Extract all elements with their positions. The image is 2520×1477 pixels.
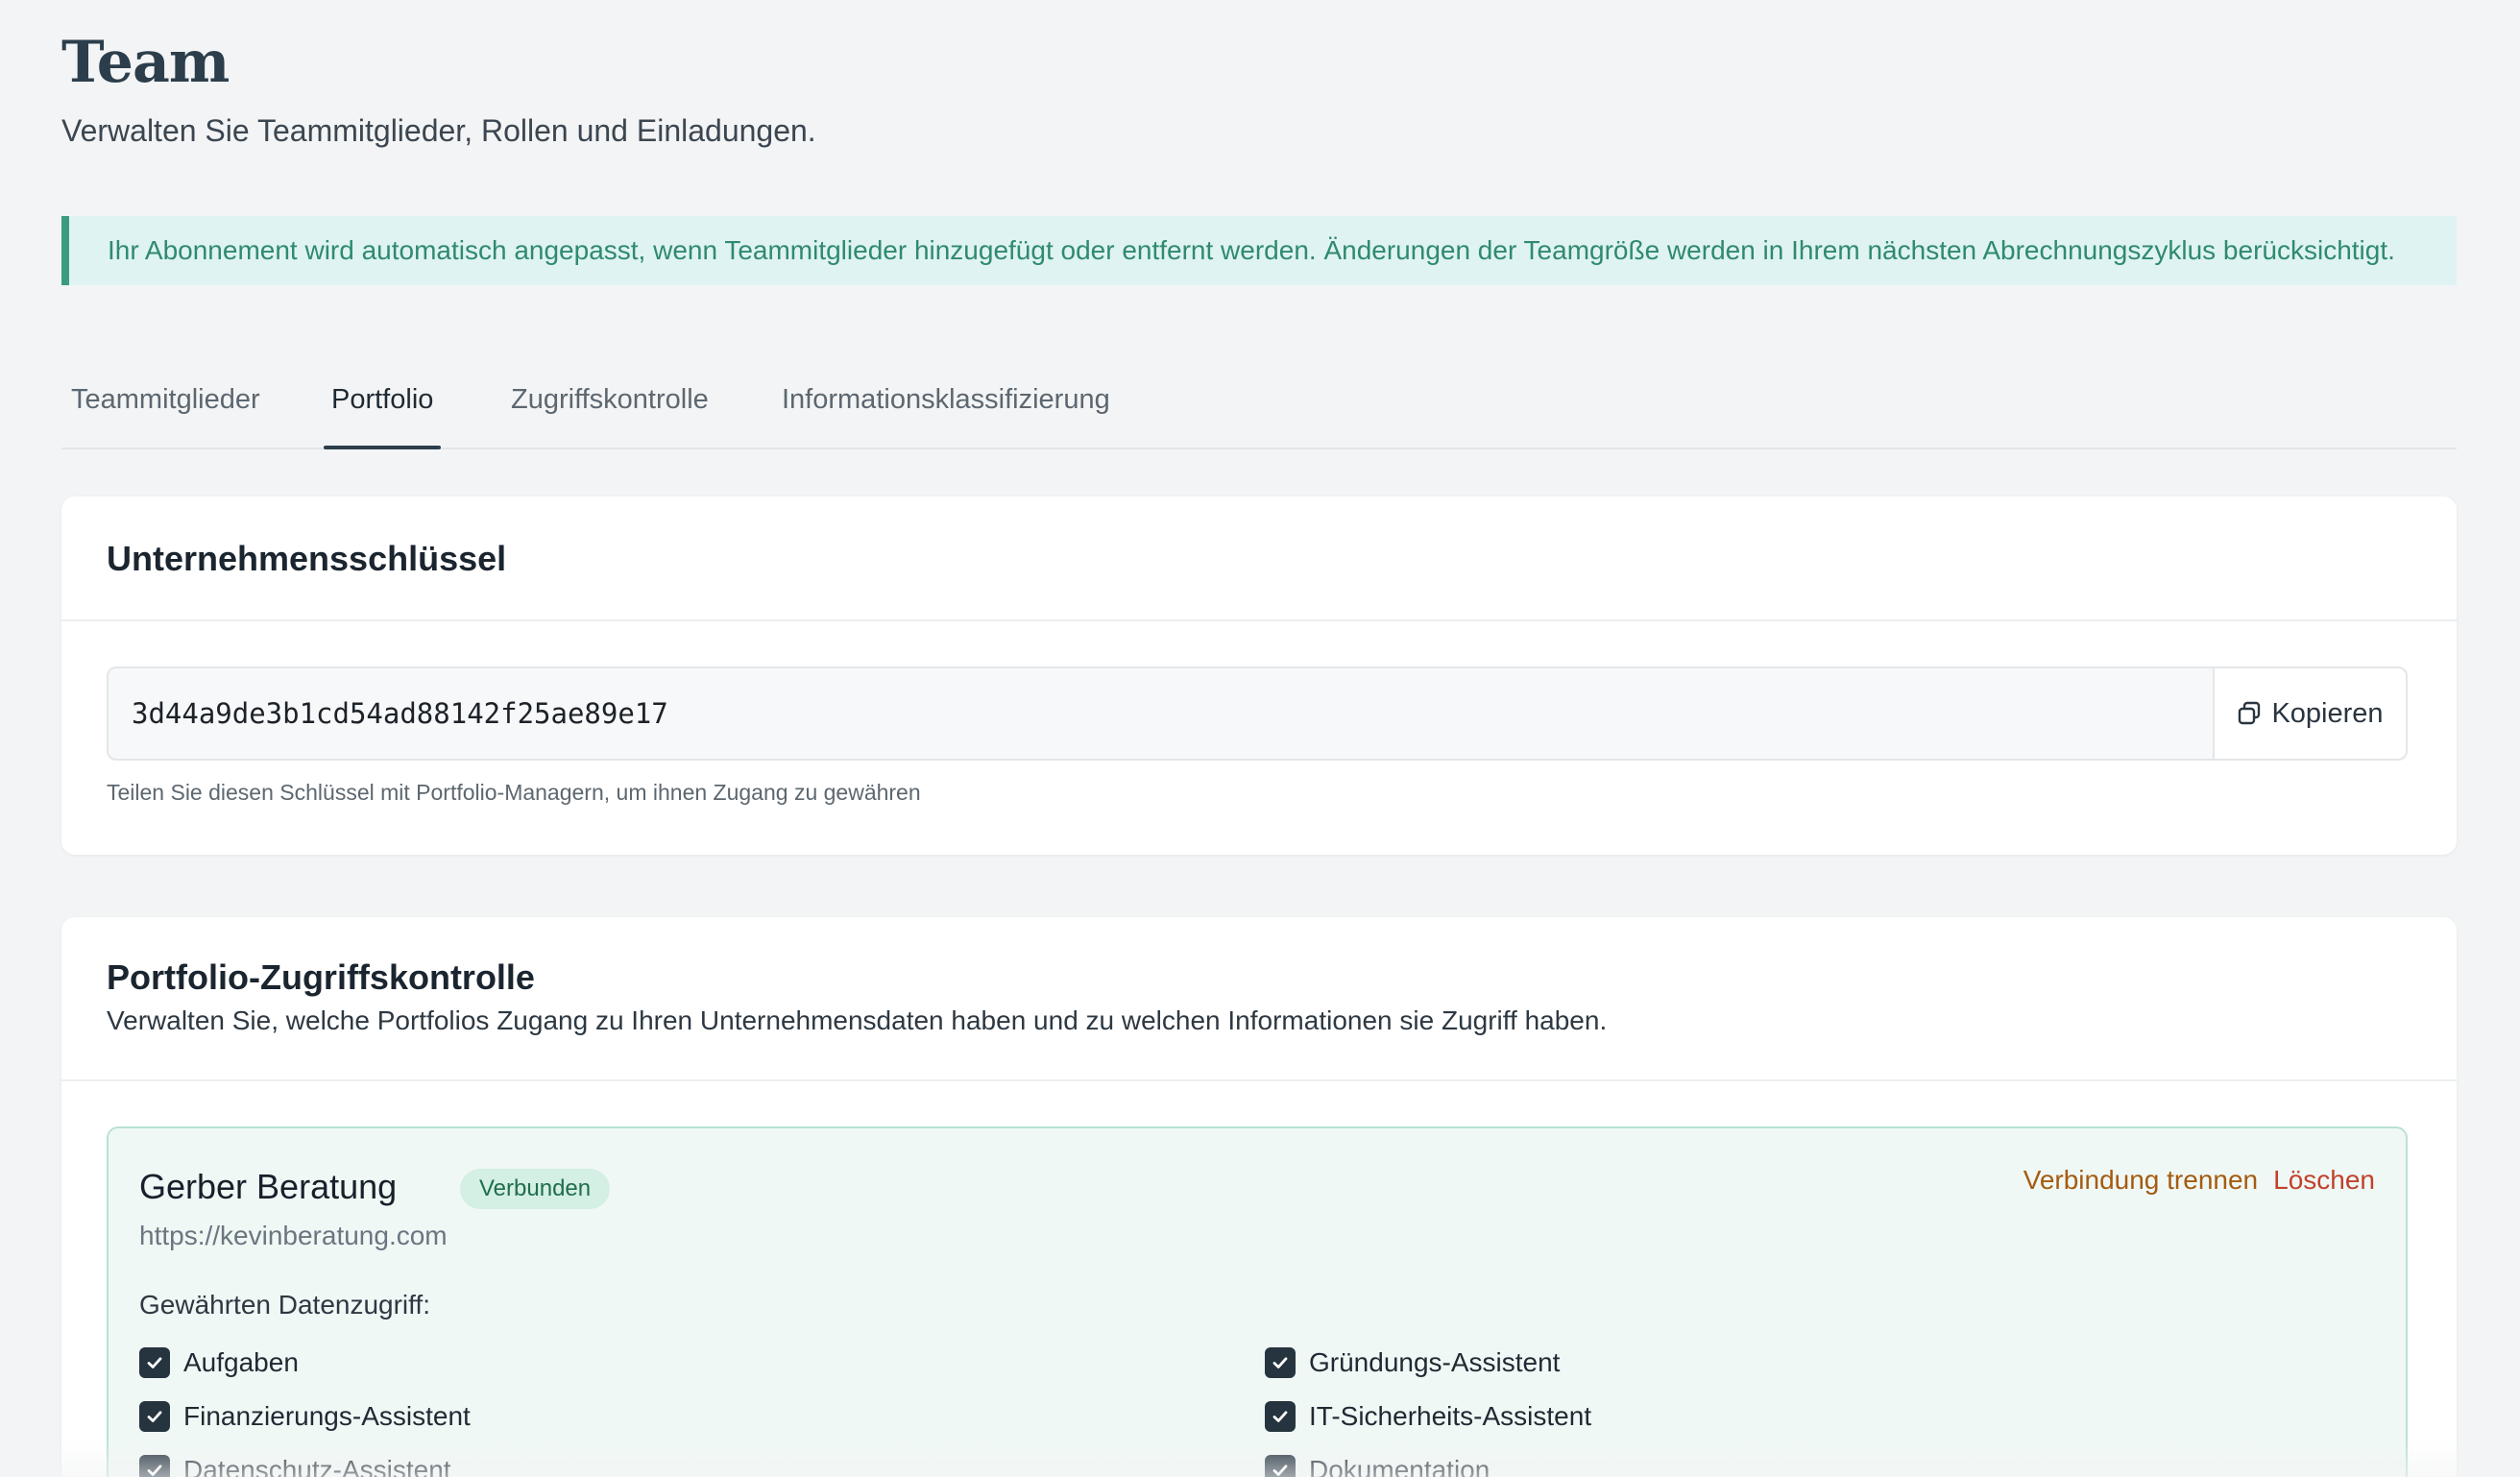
company-key-hint: Teilen Sie diesen Schlüssel mit Portfoli…	[107, 780, 921, 805]
company-key-field: 3d44a9de3b1cd54ad88142f25ae89e17 Kopiere…	[107, 666, 2408, 761]
checkbox-checked-icon[interactable]	[139, 1401, 170, 1432]
permission-datenschutz-assistent[interactable]: Datenschutz-Assistent	[139, 1455, 451, 1477]
permission-label: Finanzierungs-Assistent	[183, 1401, 471, 1431]
checkbox-checked-icon[interactable]	[1265, 1401, 1296, 1432]
tab-teammitglieder[interactable]: Teammitglieder	[63, 380, 268, 448]
portfolio-access-title: Portfolio-Zugriffskontrolle	[107, 957, 535, 997]
permission-finanzierungs-assistent[interactable]: Finanzierungs-Assistent	[139, 1401, 471, 1432]
tab-bar: Teammitglieder Portfolio Zugriffskontrol…	[61, 365, 2457, 449]
permission-it-sicherheits-assistent[interactable]: IT-Sicherheits-Assistent	[1265, 1401, 1591, 1432]
permission-label: Dokumentation	[1309, 1455, 1490, 1477]
copy-label: Kopieren	[2271, 697, 2384, 729]
checkbox-checked-icon[interactable]	[1265, 1347, 1296, 1378]
portfolio-name: Gerber Beratung	[139, 1167, 398, 1206]
delete-button[interactable]: Löschen	[2273, 1165, 2375, 1196]
granted-access-label: Gewährten Datenzugriff:	[139, 1290, 430, 1320]
checkbox-checked-icon[interactable]	[139, 1455, 170, 1477]
card-header: Unternehmensschlüssel	[61, 496, 2457, 621]
permission-label: IT-Sicherheits-Assistent	[1309, 1401, 1592, 1431]
permission-dokumentation[interactable]: Dokumentation	[1265, 1455, 1490, 1477]
portfolio-access-description: Verwalten Sie, welche Portfolios Zugang …	[107, 1005, 1608, 1035]
banner-text: Ihr Abonnement wird automatisch angepass…	[108, 235, 2395, 265]
portfolio-actions: Verbindung trennen Löschen	[2023, 1165, 2375, 1196]
page-subtitle: Verwalten Sie Teammitglieder, Rollen und…	[61, 113, 816, 148]
permission-label: Datenschutz-Assistent	[183, 1455, 451, 1477]
permission-label: Aufgaben	[183, 1347, 299, 1377]
permission-aufgaben[interactable]: Aufgaben	[139, 1347, 299, 1378]
copy-button[interactable]: Kopieren	[2213, 668, 2406, 759]
company-key-title: Unternehmensschlüssel	[107, 539, 507, 578]
status-badge: Verbunden	[460, 1169, 611, 1209]
checkbox-checked-icon[interactable]	[1265, 1455, 1296, 1477]
permission-gruendungs-assistent[interactable]: Gründungs-Assistent	[1265, 1347, 1560, 1378]
subscription-info-banner: Ihr Abonnement wird automatisch angepass…	[61, 216, 2457, 285]
tab-zugriffskontrolle[interactable]: Zugriffskontrolle	[503, 380, 716, 448]
portfolio-item: Gerber Beratung Verbunden https://kevinb…	[107, 1126, 2408, 1477]
permission-label: Gründungs-Assistent	[1309, 1347, 1561, 1377]
card-header: Portfolio-Zugriffskontrolle Verwalten Si…	[61, 917, 2457, 1081]
page-title: Team	[61, 29, 230, 96]
portfolio-access-card: Portfolio-Zugriffskontrolle Verwalten Si…	[61, 917, 2457, 1477]
copy-icon	[2237, 701, 2262, 726]
disconnect-button[interactable]: Verbindung trennen	[2023, 1165, 2258, 1196]
tab-informationsklassifizierung[interactable]: Informationsklassifizierung	[774, 380, 1118, 448]
portfolio-url: https://kevinberatung.com	[139, 1221, 448, 1250]
checkbox-checked-icon[interactable]	[139, 1347, 170, 1378]
company-key-value[interactable]: 3d44a9de3b1cd54ad88142f25ae89e17	[109, 668, 2213, 759]
tab-portfolio[interactable]: Portfolio	[324, 380, 442, 449]
